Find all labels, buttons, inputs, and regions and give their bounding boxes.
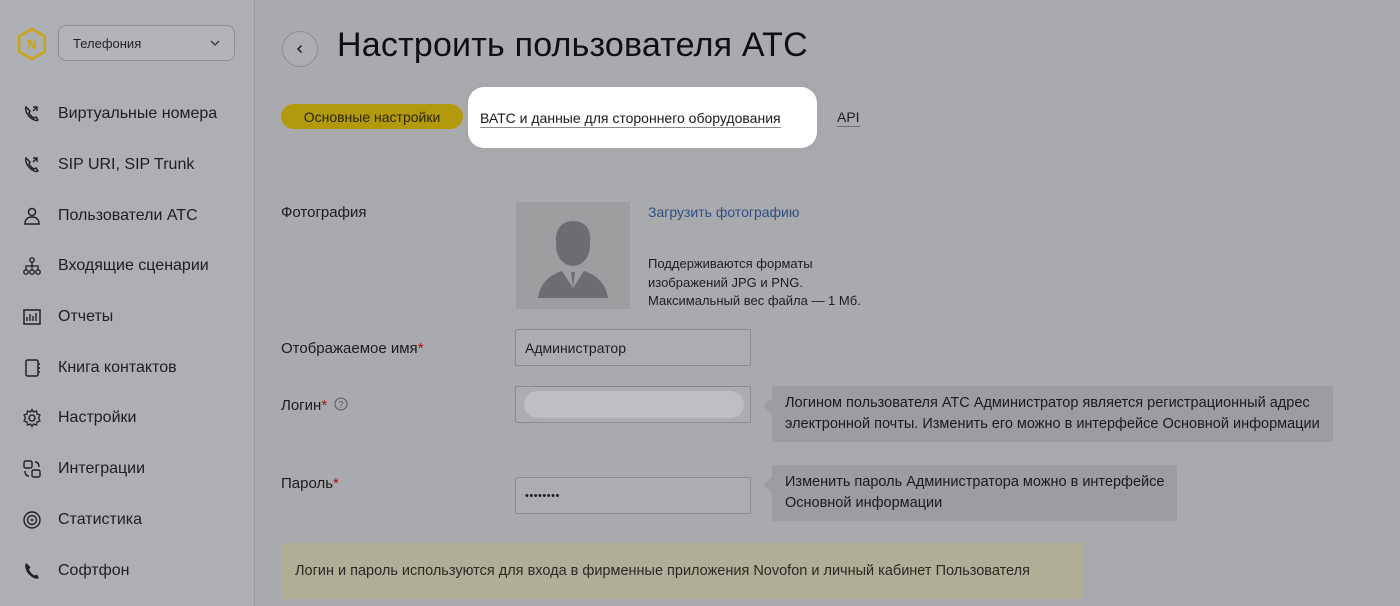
- display-name-value: Администратор: [525, 339, 627, 356]
- password-tooltip-line: Изменить пароль Администратора можно в и…: [785, 474, 1165, 490]
- login-label-text: Логин: [281, 397, 322, 414]
- sidebar-item-label: Интеграции: [58, 460, 146, 478]
- tab-highlight-spotlight: ВАТС и данные для стороннего оборудовани…: [468, 87, 817, 148]
- sidebar-item-contact-book[interactable]: Книга контактов: [0, 342, 255, 393]
- sidebar-item-label: Входящие сценарии: [58, 257, 209, 275]
- sidebar-item-pbx-users[interactable]: Пользователи АТС: [0, 190, 255, 241]
- login-tooltip: Логином пользователя АТС Администратор я…: [763, 386, 1333, 442]
- sidebar-item-label: Отчеты: [58, 308, 114, 326]
- info-note-text: Логин и пароль используются для входа в …: [295, 563, 1030, 579]
- photo-label: Фотография: [281, 204, 367, 221]
- product-selector-label: Телефония: [73, 35, 142, 51]
- phone-forward-icon: [25, 105, 39, 122]
- user-icon: [24, 207, 40, 225]
- photo-hint-line: Поддерживаются форматы: [648, 256, 813, 271]
- password-tooltip-line: Основной информации: [785, 495, 943, 511]
- gear-icon: [23, 408, 41, 429]
- contact-book-icon: [25, 359, 40, 377]
- password-input[interactable]: ••••••••: [515, 477, 751, 514]
- sidebar-item-label: SIP URI, SIP Trunk: [58, 156, 195, 174]
- required-mark: *: [417, 340, 424, 357]
- phone-icon: [25, 562, 39, 579]
- login-tooltip-line: Логином пользователя АТС Администратор я…: [785, 395, 1310, 411]
- login-value-redacted: [524, 391, 744, 418]
- password-label-text: Пароль: [281, 475, 334, 492]
- user-silhouette-icon: [538, 221, 608, 298]
- sidebar-item-softphone[interactable]: Софтфон: [0, 545, 255, 596]
- login-input[interactable]: [515, 386, 751, 423]
- login-tooltip-line: электронной почты. Изменить его можно в …: [785, 416, 1320, 432]
- chevron-left-icon: [296, 44, 303, 54]
- phone-forward-icon: [25, 156, 39, 173]
- upload-photo-link[interactable]: Загрузить фотографию: [648, 204, 799, 220]
- avatar-placeholder[interactable]: [516, 202, 630, 309]
- photo-format-hint: Поддерживаются форматы изображений JPG и…: [648, 255, 888, 311]
- password-value: ••••••••: [525, 489, 560, 502]
- svg-text:N: N: [27, 37, 36, 52]
- photo-hint-line: изображений JPG и PNG.: [648, 274, 804, 290]
- tab-api[interactable]: API: [837, 109, 860, 127]
- sidebar-item-statistics[interactable]: Статистика: [0, 495, 255, 546]
- back-button[interactable]: [282, 31, 318, 67]
- sidebar-item-sip[interactable]: SIP URI, SIP Trunk: [0, 140, 255, 191]
- product-selector[interactable]: Телефония: [58, 25, 235, 61]
- required-mark: *: [321, 397, 328, 414]
- novofon-logo-icon[interactable]: N: [18, 28, 46, 60]
- sidebar-item-label: Книга контактов: [58, 358, 177, 376]
- password-label: Пароль*: [281, 475, 339, 492]
- statistics-icon: [23, 511, 41, 529]
- chevron-down-icon: [210, 40, 220, 46]
- sidebar-item-virtual-numbers[interactable]: Виртуальные номера: [0, 89, 255, 140]
- sidebar-item-label: Настройки: [58, 409, 137, 427]
- sidebar-item-label: Пользователи АТС: [58, 206, 198, 224]
- report-chart-icon: [23, 309, 41, 325]
- tab-basic-settings[interactable]: Основные настройки: [281, 104, 463, 129]
- display-name-input[interactable]: Администратор: [515, 329, 751, 366]
- scenario-tree-icon: [23, 257, 41, 276]
- help-question-icon[interactable]: ?: [334, 397, 348, 411]
- login-label: Логин*: [281, 397, 327, 414]
- login-info-note: Логин и пароль используются для входа в …: [281, 543, 1083, 599]
- display-name-label: Отображаемое имя*: [281, 340, 424, 357]
- required-mark: *: [333, 475, 339, 492]
- sidebar-item-integrations[interactable]: Интеграции: [0, 444, 255, 495]
- sidebar-item-label: Виртуальные номера: [58, 105, 218, 123]
- svg-text:?: ?: [338, 400, 343, 410]
- photo-hint-line: Максимальный вес файла — 1 Мб.: [648, 293, 861, 308]
- sidebar-item-incoming-scenarios[interactable]: Входящие сценарии: [0, 241, 255, 292]
- sidebar-item-label: Статистика: [58, 510, 143, 528]
- integration-icon: [23, 460, 41, 478]
- sidebar-nav: Виртуальные номера SIP URI, SIP Trunk По…: [0, 89, 255, 596]
- sidebar-item-label: Софтфон: [58, 561, 130, 579]
- page-title: Настроить пользователя АТС: [337, 26, 808, 64]
- sidebar-item-settings[interactable]: Настройки: [0, 393, 255, 444]
- tab-vpbx-third-party[interactable]: ВАТС и данные для стороннего оборудовани…: [480, 110, 781, 128]
- display-name-label-text: Отображаемое имя: [281, 340, 418, 357]
- password-tooltip: Изменить пароль Администратора можно в и…: [762, 465, 1178, 521]
- sidebar-item-reports[interactable]: Отчеты: [0, 292, 255, 343]
- sidebar: N Телефония Виртуальные номера SIP URI, …: [0, 0, 255, 606]
